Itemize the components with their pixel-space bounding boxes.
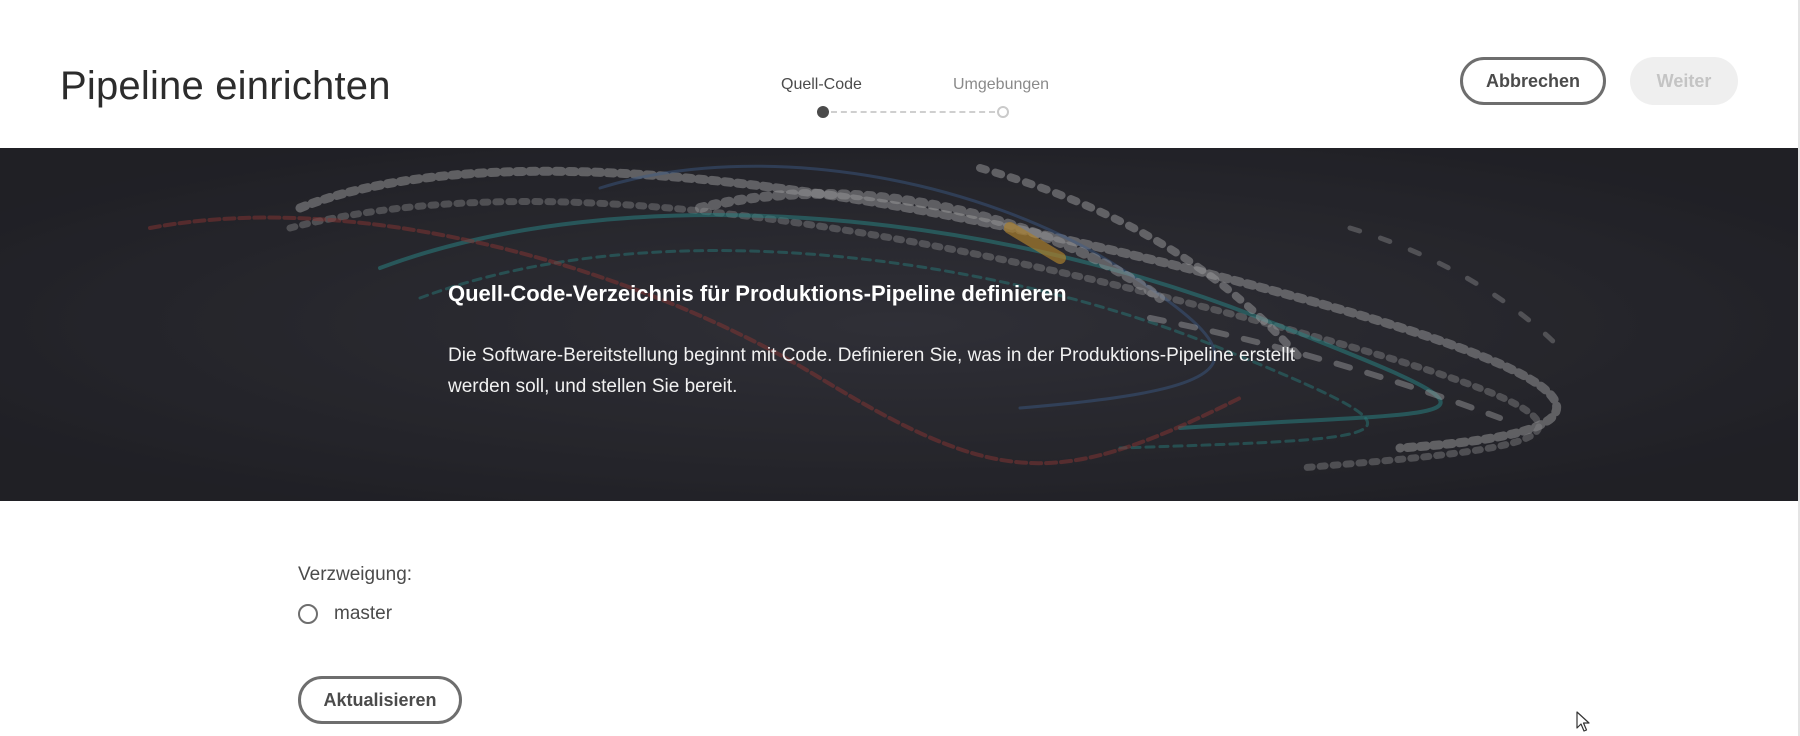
update-button[interactable]: Aktualisieren bbox=[298, 676, 462, 724]
branch-option-label: master bbox=[334, 603, 393, 624]
hero-description: Die Software-Bereitstellung beginnt mit … bbox=[448, 345, 1295, 397]
hero-title: Quell-Code-Verzeichnis für Produktions-P… bbox=[448, 281, 1067, 306]
step-source-code-dot-icon bbox=[817, 106, 829, 118]
next-button[interactable]: Weiter bbox=[1630, 57, 1738, 105]
step-connector-line bbox=[831, 111, 995, 113]
wizard-stepper: Quell-Code Umgebungen bbox=[760, 74, 1060, 124]
radio-button-icon[interactable] bbox=[298, 604, 318, 624]
branch-field-label: Verzweigung: bbox=[298, 564, 413, 585]
mouse-pointer-icon bbox=[1576, 711, 1590, 732]
step-environments-label: Umgebungen bbox=[953, 76, 1050, 93]
page-title: Pipeline einrichten bbox=[60, 64, 391, 108]
step-environments-dot-icon bbox=[997, 106, 1009, 118]
cancel-button[interactable]: Abbrechen bbox=[1460, 57, 1606, 105]
page-header: Pipeline einrichten Quell-Code Umgebunge… bbox=[0, 0, 1800, 148]
hero-background-art bbox=[0, 148, 1798, 501]
step-source-code-label: Quell-Code bbox=[781, 76, 862, 93]
branch-option-master[interactable]: master bbox=[298, 603, 392, 625]
hero-banner: Quell-Code-Verzeichnis für Produktions-P… bbox=[0, 148, 1798, 501]
